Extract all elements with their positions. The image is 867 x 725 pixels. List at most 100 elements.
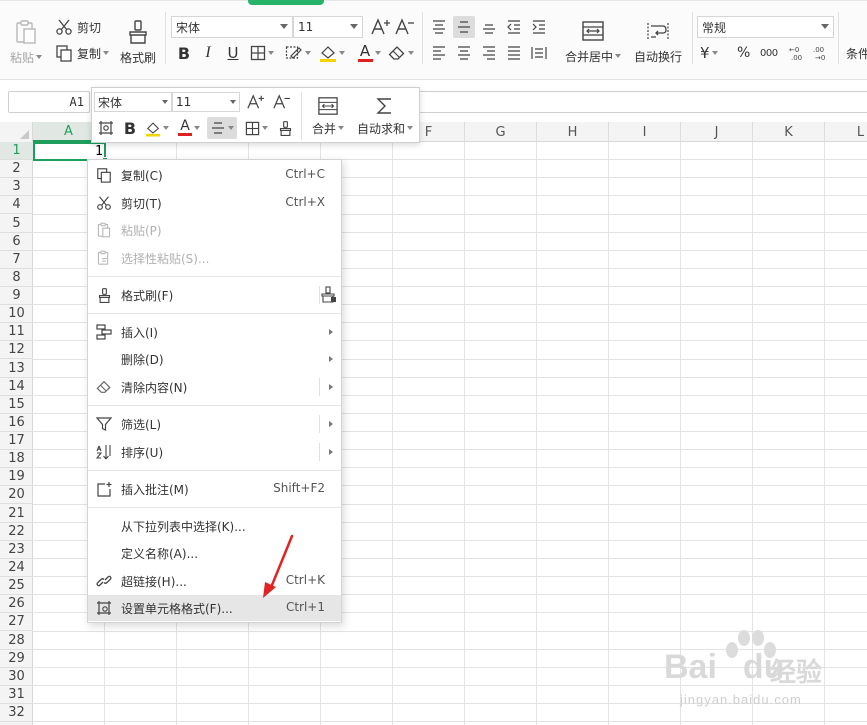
- mini-fill-color-button[interactable]: [144, 118, 170, 138]
- mini-autosum-button[interactable]: 自动求和: [354, 92, 416, 140]
- select-all-corner[interactable]: [0, 122, 33, 142]
- row-header-9[interactable]: 9: [0, 287, 33, 306]
- row-header-17[interactable]: 17: [0, 432, 33, 451]
- paste-button[interactable]: 粘贴: [8, 14, 44, 70]
- column-header-k[interactable]: K: [753, 122, 825, 142]
- align-center-button[interactable]: [453, 42, 475, 64]
- justify-button[interactable]: [503, 42, 525, 64]
- copy-button[interactable]: 复制: [55, 43, 110, 63]
- align-left-button[interactable]: [428, 42, 450, 64]
- thousands-button[interactable]: 000: [760, 44, 778, 62]
- row-header-4[interactable]: 4: [0, 196, 33, 215]
- italic-button[interactable]: I: [197, 42, 219, 64]
- currency-button[interactable]: ¥: [700, 44, 718, 62]
- row-header-10[interactable]: 10: [0, 305, 33, 324]
- font-name-select[interactable]: 宋体: [171, 16, 293, 38]
- row-header-25[interactable]: 25: [0, 577, 33, 596]
- menu-item-sort[interactable]: 排序(U): [88, 439, 341, 465]
- row-header-12[interactable]: 12: [0, 341, 33, 360]
- font-size-select[interactable]: 11: [293, 16, 363, 38]
- formula-input[interactable]: [420, 91, 867, 113]
- conditional-format-button[interactable]: 条件: [846, 45, 867, 61]
- mini-bold-button[interactable]: B: [120, 118, 140, 138]
- column-header-j[interactable]: J: [681, 122, 753, 142]
- row-header-15[interactable]: 15: [0, 396, 33, 414]
- row-header-11[interactable]: 11: [0, 323, 33, 342]
- increase-indent-button[interactable]: [528, 16, 550, 38]
- format-painter-lock-icon[interactable]: [321, 286, 337, 304]
- row-header-1[interactable]: 1: [0, 142, 33, 160]
- filter-icon: [95, 415, 113, 433]
- row-header-6[interactable]: 6: [0, 233, 33, 251]
- row-header-31[interactable]: 31: [0, 686, 33, 704]
- row-header-20[interactable]: 20: [0, 486, 33, 505]
- row-header-7[interactable]: 7: [0, 251, 33, 269]
- mini-align-button[interactable]: [207, 117, 237, 139]
- distributed-align-button[interactable]: [528, 42, 550, 64]
- row-header-22[interactable]: 22: [0, 523, 33, 541]
- align-right-button[interactable]: [478, 42, 500, 64]
- cell-style-button[interactable]: [283, 42, 313, 64]
- menu-item-copy[interactable]: 复制(C) Ctrl+C: [88, 162, 341, 188]
- clear-button[interactable]: [386, 42, 416, 64]
- column-header-g[interactable]: G: [465, 122, 537, 142]
- fill-color-button[interactable]: [317, 42, 347, 64]
- merge-center-button[interactable]: 合并居中: [560, 14, 626, 70]
- cut-button[interactable]: 剪切: [55, 17, 101, 37]
- format-painter-button[interactable]: 格式刷: [116, 14, 160, 70]
- mini-borders-button[interactable]: [242, 118, 270, 138]
- mini-increase-font-button[interactable]: [244, 91, 266, 113]
- column-header-h[interactable]: H: [537, 122, 609, 142]
- row-header-5[interactable]: 5: [0, 215, 33, 233]
- mini-decrease-font-button[interactable]: [270, 91, 292, 113]
- row-header-13[interactable]: 13: [0, 360, 33, 378]
- menu-item-delete[interactable]: 删除(D): [88, 346, 341, 372]
- mini-format-cells-button[interactable]: [96, 118, 116, 138]
- row-header-21[interactable]: 21: [0, 505, 33, 523]
- row-header-14[interactable]: 14: [0, 378, 33, 396]
- menu-item-cut[interactable]: 剪切(T) Ctrl+X: [88, 190, 341, 216]
- decrease-decimal-button[interactable]: .00 →0: [809, 42, 831, 64]
- menu-item-insert-comment[interactable]: 插入批注(M) Shift+F2: [88, 476, 341, 502]
- wrap-text-button[interactable]: 自动换行: [630, 14, 686, 70]
- underline-button[interactable]: U: [222, 42, 244, 64]
- mini-font-color-button[interactable]: A: [176, 118, 202, 138]
- number-format-select[interactable]: 常规: [697, 16, 834, 38]
- decrease-font-button[interactable]: [393, 16, 415, 38]
- percent-button[interactable]: %: [737, 44, 750, 62]
- mini-font-name-select[interactable]: 宋体: [94, 92, 172, 112]
- menu-item-insert[interactable]: 插入(I): [88, 319, 341, 345]
- row-header-29[interactable]: 29: [0, 650, 33, 668]
- row-header-19[interactable]: 19: [0, 468, 33, 487]
- align-bottom-button[interactable]: [478, 16, 500, 38]
- row-header-30[interactable]: 30: [0, 668, 33, 686]
- align-top-button[interactable]: [428, 16, 450, 38]
- increase-decimal-button[interactable]: ←0 .00: [785, 42, 807, 64]
- row-header-16[interactable]: 16: [0, 414, 33, 432]
- menu-item-filter[interactable]: 筛选(L): [88, 411, 341, 437]
- column-header-i[interactable]: I: [609, 122, 681, 142]
- row-header-26[interactable]: 26: [0, 595, 33, 614]
- row-header-18[interactable]: 18: [0, 450, 33, 469]
- row-header-24[interactable]: 24: [0, 559, 33, 577]
- bold-button[interactable]: B: [173, 42, 195, 64]
- increase-font-button[interactable]: [369, 16, 391, 38]
- row-header-2[interactable]: 2: [0, 160, 33, 179]
- column-header-l[interactable]: L: [825, 122, 867, 142]
- row-header-23[interactable]: 23: [0, 541, 33, 559]
- row-header-3[interactable]: 3: [0, 178, 33, 197]
- row-header-28[interactable]: 28: [0, 632, 33, 650]
- row-header-32[interactable]: 32: [0, 704, 33, 723]
- align-middle-button[interactable]: [453, 16, 475, 38]
- start-tab-indicator[interactable]: [248, 0, 324, 5]
- menu-item-clear-contents[interactable]: 清除内容(N): [88, 374, 341, 400]
- mini-font-size-select[interactable]: 11: [172, 92, 240, 112]
- name-box[interactable]: A1: [8, 91, 90, 113]
- menu-item-format-painter[interactable]: 格式刷(F): [88, 282, 341, 308]
- row-header-8[interactable]: 8: [0, 269, 33, 287]
- mini-merge-button[interactable]: 合并: [307, 92, 349, 140]
- mini-format-painter-button[interactable]: [275, 118, 295, 138]
- row-header-27[interactable]: 27: [0, 613, 33, 632]
- borders-button[interactable]: [248, 42, 276, 64]
- decrease-indent-button[interactable]: [503, 16, 525, 38]
